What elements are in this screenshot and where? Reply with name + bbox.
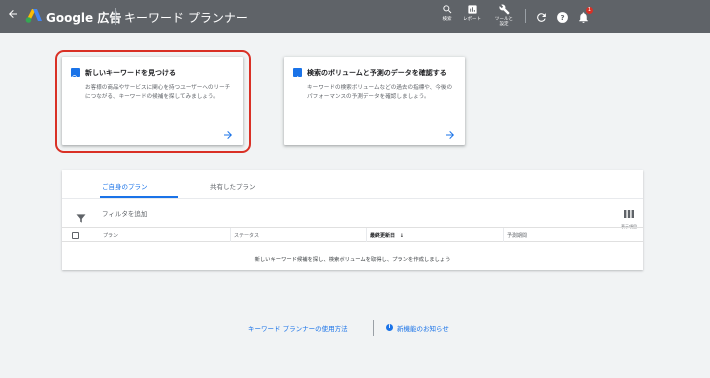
column-header-forecast-period[interactable]: 予測期間 <box>507 232 527 239</box>
plans-panel: ご自身のプラン 共有したプラン フィルタを追加 表示項目 プラン ステータス 最… <box>62 170 643 270</box>
select-all-checkbox[interactable] <box>72 232 79 239</box>
arrow-forward-icon[interactable] <box>222 126 234 139</box>
empty-state-message: 新しいキーワード候補を探し、検索ボリュームを取得し、プランを作成しましょう <box>254 257 451 263</box>
reports-tool-label: レポート <box>463 17 481 22</box>
reports-tool-button[interactable]: レポート <box>457 4 487 22</box>
sort-down-arrow-icon: ↓ <box>399 233 404 239</box>
footer-divider <box>373 320 374 336</box>
columns-button[interactable]: 表示項目 <box>618 203 640 230</box>
search-icon <box>71 68 80 82</box>
notification-count-badge: 1 <box>586 7 593 14</box>
tools-settings-label-line2: 設定 <box>499 22 509 27</box>
tab-my-plans[interactable]: ご自身のプラン <box>102 181 148 191</box>
top-app-bar: Google 広告 キーワード プランナー 検索 レポート ツールと 設定 ? … <box>0 0 710 33</box>
tools-settings-button[interactable]: ツールと 設定 <box>489 4 519 27</box>
table-header: プラン ステータス 最終更新日 ↓ 予測期間 <box>62 227 643 242</box>
forecast-description: キーワードの検索ボリュームなどの過去の指標や、今後のパフォーマンスの予測データを… <box>307 85 453 100</box>
refresh-icon[interactable] <box>535 9 549 23</box>
wrench-icon <box>498 4 510 15</box>
empty-state-row: 新しいキーワード候補を探し、検索ボリュームを取得し、プランを作成しましょう <box>62 242 643 270</box>
tab-shared-plans[interactable]: 共有したプラン <box>210 181 256 191</box>
column-divider <box>230 228 231 242</box>
page-title: キーワード プランナー <box>124 11 248 25</box>
brand-name: Google 広告 <box>46 11 122 25</box>
columns-icon <box>624 210 634 218</box>
column-divider <box>503 228 504 242</box>
help-icon[interactable]: ? <box>556 9 570 23</box>
filter-icon[interactable] <box>76 208 86 223</box>
column-header-last-modified-label: 最終更新日 <box>370 233 396 239</box>
column-header-plan[interactable]: プラン <box>103 232 118 239</box>
search-icon <box>442 5 451 14</box>
toolbar-divider <box>525 9 526 23</box>
google-ads-logo-icon <box>25 8 43 24</box>
tabs-divider <box>62 198 643 199</box>
reports-icon <box>467 5 477 14</box>
arrow-forward-icon[interactable] <box>444 126 456 139</box>
column-header-last-modified[interactable]: 最終更新日 ↓ <box>370 232 404 239</box>
how-to-use-link[interactable]: キーワード プランナーの使用方法 <box>248 323 348 333</box>
forecast-title: 検索のボリュームと予測のデータを確認する <box>307 69 447 77</box>
discover-keywords-card[interactable]: 新しいキーワードを見つける お客様の商品やサービスに関心を持つユーザーへのリーチ… <box>62 57 243 145</box>
discover-keywords-title: 新しいキーワードを見つける <box>85 69 176 77</box>
svg-text:?: ? <box>560 13 564 22</box>
column-header-status[interactable]: ステータス <box>234 232 259 239</box>
whats-new-link[interactable]: 新機能のお知らせ <box>397 323 449 333</box>
add-filter-button[interactable]: フィルタを追加 <box>102 208 147 218</box>
title-divider <box>115 8 116 25</box>
column-divider <box>366 228 367 242</box>
back-arrow-icon[interactable] <box>7 8 21 24</box>
forecast-card[interactable]: 検索のボリュームと予測のデータを確認する キーワードの検索ボリュームなどの過去の… <box>284 57 465 145</box>
discover-keywords-description: お客様の商品やサービスに関心を持つユーザーへのリーチにつながる、キーワードの候補… <box>85 85 231 100</box>
info-icon: i <box>386 324 393 331</box>
bar-chart-icon <box>293 68 302 81</box>
